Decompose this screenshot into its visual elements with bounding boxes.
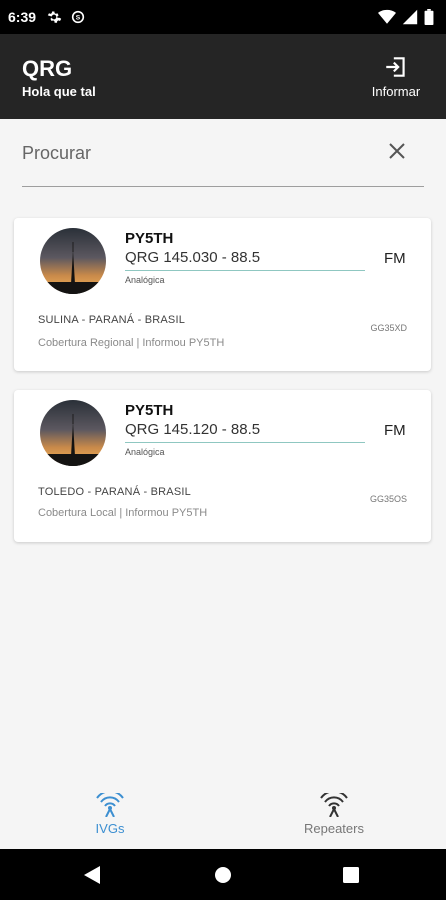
login-arrow-icon	[386, 57, 405, 77]
data-saver-icon: S	[71, 10, 85, 24]
antenna-icon	[320, 793, 348, 817]
recents-button[interactable]	[340, 864, 362, 886]
mode-type: Analógica	[125, 275, 165, 285]
grid-locator: GG35OS	[369, 494, 407, 504]
battery-icon	[424, 9, 434, 25]
tab-ivgs-label: IVGs	[95, 821, 125, 836]
search-input[interactable]	[22, 138, 362, 168]
repeater-card[interactable]: PY5TH QRG 145.120 - 88.5 Analógica FM TO…	[14, 390, 431, 542]
frequency-divider	[125, 270, 365, 271]
search-bar	[22, 130, 424, 187]
callsign: PY5TH	[125, 230, 174, 247]
tab-ivgs[interactable]: IVGs	[50, 793, 170, 836]
frequency-divider	[125, 442, 365, 443]
back-button[interactable]	[81, 864, 103, 886]
callsign: PY5TH	[125, 402, 174, 419]
report-button-label: Informar	[371, 84, 421, 99]
app-bar: QRG Hola que tal Informar	[0, 34, 446, 119]
modulation-label: FM	[384, 250, 406, 267]
report-button[interactable]: Informar	[366, 54, 426, 99]
back-triangle-icon	[84, 866, 100, 884]
repeater-card[interactable]: PY5TH QRG 145.030 - 88.5 Analógica FM SU…	[14, 218, 431, 371]
modulation-label: FM	[384, 422, 406, 439]
system-navigation-bar	[0, 849, 446, 900]
status-right-icons	[378, 9, 434, 25]
location-text: TOLEDO - PARANÁ - BRASIL	[38, 486, 191, 498]
status-time: 6:39	[8, 9, 37, 25]
tab-repeaters[interactable]: Repeaters	[274, 793, 394, 836]
app-subtitle: Hola que tal	[22, 84, 96, 99]
clear-search-button[interactable]	[384, 138, 410, 164]
grid-locator: GG35XD	[370, 323, 407, 333]
tower-photo-avatar	[40, 400, 106, 466]
app-title: QRG	[22, 56, 73, 81]
bottom-navigation: IVGs Repeaters	[0, 783, 446, 849]
home-button[interactable]	[212, 864, 234, 886]
wifi-icon	[378, 9, 396, 24]
coverage-text: Cobertura Local | Informou PY5TH	[38, 507, 208, 519]
recents-square-icon	[343, 867, 359, 883]
antenna-icon	[96, 793, 124, 817]
settings-gear-icon	[47, 11, 62, 23]
mode-type: Analógica	[125, 447, 165, 457]
location-text: SULINA - PARANÁ - BRASIL	[38, 314, 186, 326]
cell-signal-icon	[402, 9, 418, 25]
home-circle-icon	[215, 867, 231, 883]
status-bar: 6:39 S	[0, 0, 446, 34]
coverage-text: Cobertura Regional | Informou PY5TH	[38, 337, 225, 349]
close-icon	[389, 143, 405, 159]
tab-repeaters-label: Repeaters	[304, 821, 364, 836]
frequency-text: QRG 145.120 - 88.5	[125, 421, 261, 438]
frequency-text: QRG 145.030 - 88.5	[125, 249, 261, 266]
svg-text:S: S	[76, 15, 81, 22]
tower-photo-avatar	[40, 228, 106, 294]
